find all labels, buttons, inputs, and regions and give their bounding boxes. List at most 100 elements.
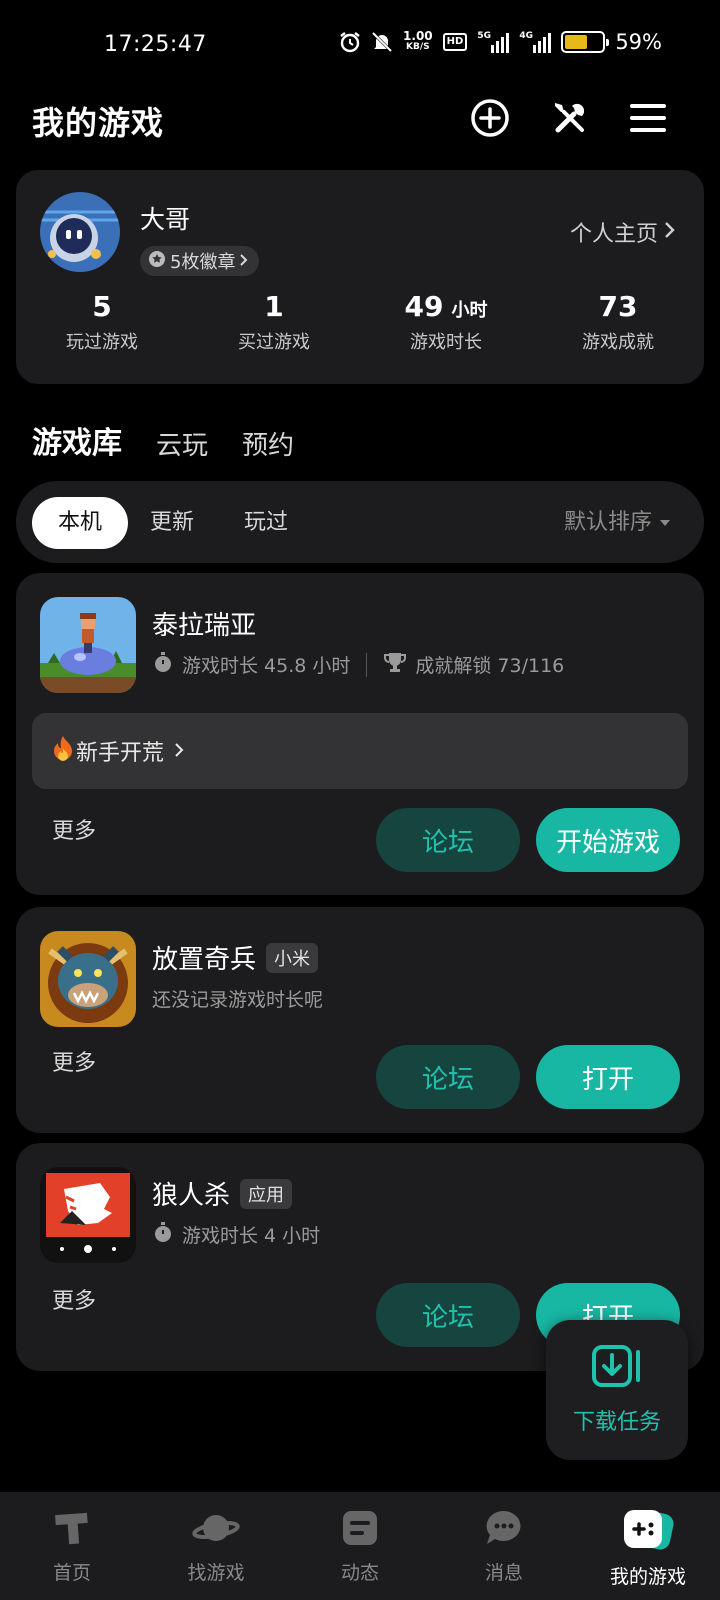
- add-button[interactable]: [466, 96, 514, 144]
- game-card-idle-heroes[interactable]: 放置奇兵 小米 还没记录游戏时长呢 更多 论坛 打开: [16, 907, 704, 1133]
- home-icon: [52, 1508, 92, 1552]
- chevron-right-icon: [239, 251, 249, 272]
- nav-label: 首页: [52, 1562, 91, 1584]
- playtime-text: 还没记录游戏时长呢: [152, 989, 324, 1011]
- nav-label: 消息: [484, 1562, 523, 1584]
- game-card-terraria[interactable]: 泰拉瑞亚 游戏时长 45.8 小时 成就解锁 73/116 新手开荒 更多 论坛…: [16, 573, 704, 895]
- strategy-label: 新手开荒: [76, 741, 165, 766]
- nav-home[interactable]: 首页: [0, 1492, 144, 1600]
- game-meta: 还没记录游戏时长呢: [152, 985, 323, 1012]
- game-source-tag: 应用: [240, 1178, 293, 1209]
- stat-label: 游戏时长: [410, 332, 482, 353]
- hd-icon: HD: [442, 33, 468, 51]
- playtime-text: 游戏时长 45.8 小时: [182, 655, 351, 677]
- bottom-nav: 首页 找游戏 动态 消息 我的游戏: [0, 1492, 720, 1600]
- game-name: 狼人杀: [152, 1181, 231, 1211]
- nav-messages[interactable]: 消息: [432, 1492, 576, 1600]
- game-meta: 游戏时长 45.8 小时 成就解锁 73/116: [152, 651, 564, 678]
- battery-icon: [561, 31, 610, 53]
- game-icon-terraria[interactable]: [40, 597, 136, 693]
- stat-unit: 小时: [451, 300, 488, 321]
- tools-button[interactable]: [546, 96, 594, 144]
- forum-button[interactable]: 论坛: [376, 1045, 520, 1109]
- page-title: 我的游戏: [32, 104, 165, 142]
- subtab-updates[interactable]: 更新: [142, 497, 202, 549]
- badge-count: 5枚徽章: [170, 252, 236, 273]
- nav-my-games[interactable]: 我的游戏: [576, 1492, 720, 1600]
- strategy-banner[interactable]: 新手开荒: [32, 713, 688, 789]
- caret-down-icon: [660, 520, 670, 526]
- more-button[interactable]: 更多: [52, 1045, 96, 1077]
- add-circle-icon: [470, 98, 510, 142]
- tab-library[interactable]: 游戏库: [32, 418, 122, 462]
- menu-icon: [628, 98, 668, 142]
- signal-5g-icon: 5G: [477, 31, 510, 53]
- tools-icon: [550, 98, 590, 142]
- chevron-right-icon: [174, 739, 184, 764]
- stopwatch-icon: [152, 651, 174, 678]
- alarm-icon: [339, 31, 361, 53]
- game-icon-idle-heroes[interactable]: [40, 931, 136, 1027]
- fire-icon: [52, 735, 74, 767]
- signal-4g-icon: 4G: [519, 31, 552, 53]
- open-button[interactable]: 打开: [536, 1045, 680, 1109]
- stat-played[interactable]: 5 玩过游戏: [16, 290, 188, 354]
- stat-playtime[interactable]: 49 小时 游戏时长: [360, 290, 532, 354]
- game-source-tag: 小米: [266, 942, 319, 973]
- profile-stats: 5 玩过游戏 1 买过游戏 49 小时 游戏时长 73 游戏成就: [16, 290, 704, 354]
- stat-bought[interactable]: 1 买过游戏: [188, 290, 360, 354]
- tab-cloud[interactable]: 云玩: [156, 425, 208, 462]
- feed-icon: [340, 1508, 380, 1552]
- playtime-text: 游戏时长 4 小时: [182, 1225, 321, 1247]
- nav-label: 我的游戏: [609, 1566, 686, 1588]
- nav-feed[interactable]: 动态: [288, 1492, 432, 1600]
- tab-reservations[interactable]: 预约: [242, 425, 294, 462]
- top-header: 我的游戏: [0, 92, 720, 164]
- game-title: 放置奇兵 小米: [152, 939, 319, 976]
- status-icons: 1.00 KB/S HD 5G 4G 59%: [339, 30, 662, 54]
- trophy-icon: [383, 651, 407, 678]
- gamepad-icon: [622, 1508, 674, 1556]
- medal-icon: [148, 250, 166, 273]
- homepage-label: 个人主页: [569, 222, 658, 247]
- status-time: 17:25:47: [104, 32, 207, 57]
- stat-value: 5: [92, 290, 112, 323]
- menu-button[interactable]: [624, 96, 672, 144]
- start-game-button[interactable]: 开始游戏: [536, 808, 680, 872]
- more-button[interactable]: 更多: [52, 1283, 96, 1315]
- game-name: 放置奇兵: [152, 945, 257, 975]
- subtab-local[interactable]: 本机: [32, 497, 128, 549]
- stat-achievements[interactable]: 73 游戏成就: [532, 290, 704, 354]
- homepage-link[interactable]: 个人主页: [570, 216, 676, 248]
- game-icon-werewolf[interactable]: [40, 1167, 136, 1263]
- stat-value: 1: [264, 290, 284, 323]
- forum-button[interactable]: 论坛: [376, 1283, 520, 1347]
- sub-tabs: 本机 更新 玩过 默认排序: [16, 481, 704, 563]
- stat-label: 买过游戏: [238, 332, 310, 353]
- battery-percent: 59%: [615, 30, 662, 54]
- download-tasks-button[interactable]: 下载任务: [546, 1320, 688, 1460]
- profile-name: 大哥: [140, 205, 191, 234]
- avatar[interactable]: [40, 192, 120, 272]
- sort-dropdown[interactable]: 默认排序: [564, 497, 670, 549]
- profile-card[interactable]: 大哥 5枚徽章 个人主页 5 玩过游戏 1 买过游戏 49 小时 游戏时长 73 …: [16, 170, 704, 384]
- forum-button[interactable]: 论坛: [376, 808, 520, 872]
- planet-icon: [192, 1508, 240, 1552]
- badge-chip[interactable]: 5枚徽章: [140, 246, 260, 276]
- message-icon: [484, 1508, 524, 1552]
- nav-find-games[interactable]: 找游戏: [144, 1492, 288, 1600]
- nav-label: 动态: [340, 1562, 379, 1584]
- stat-label: 游戏成就: [582, 332, 654, 353]
- stat-value: 73: [598, 290, 638, 323]
- subtab-played[interactable]: 玩过: [236, 497, 296, 549]
- achievements-text: 成就解锁 73/116: [415, 655, 565, 677]
- more-button[interactable]: 更多: [52, 813, 96, 845]
- game-title: 泰拉瑞亚: [152, 605, 256, 642]
- stopwatch-icon: [152, 1221, 174, 1248]
- game-title: 狼人杀 应用: [152, 1175, 293, 1212]
- network-speed: 1.00 KB/S: [403, 29, 433, 52]
- game-meta: 游戏时长 4 小时: [152, 1221, 320, 1248]
- nav-label: 找游戏: [187, 1562, 245, 1584]
- mute-bell-icon: [371, 31, 393, 53]
- download-icon: [591, 1344, 643, 1392]
